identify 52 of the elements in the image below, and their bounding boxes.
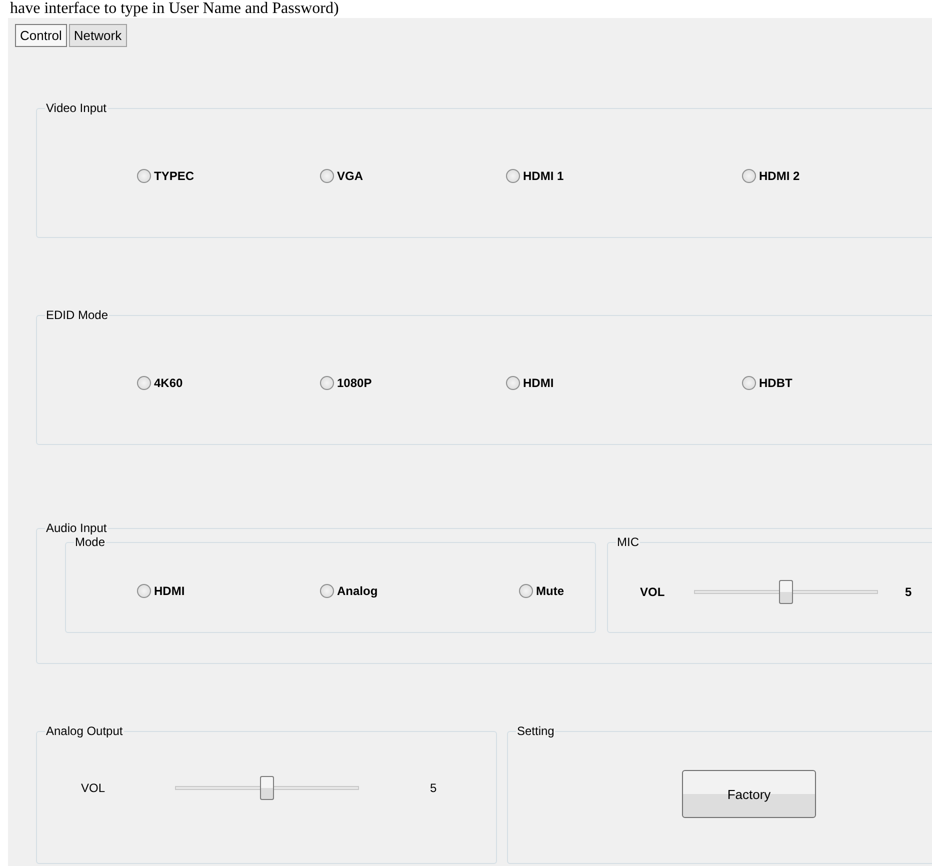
radio-label[interactable]: Analog <box>337 584 378 598</box>
radio-label[interactable]: HDMI <box>523 376 554 390</box>
volume-value: 5 <box>430 781 437 795</box>
radio-label[interactable]: HDMI 1 <box>523 169 564 183</box>
group-title: Mode <box>74 535 106 549</box>
radio-button[interactable]: HDMI 2 <box>742 169 932 183</box>
radio-label[interactable]: Mute <box>536 584 564 598</box>
radio-icon[interactable] <box>742 376 756 390</box>
radio-icon[interactable] <box>320 376 334 390</box>
radio-button[interactable]: 4K60 <box>137 376 320 390</box>
group-title: MIC <box>616 535 640 549</box>
radio-button[interactable]: VGA <box>320 169 506 183</box>
radio-button[interactable]: HDMI 1 <box>506 169 742 183</box>
tab[interactable]: Control <box>15 24 67 47</box>
radio-icon[interactable] <box>137 584 151 598</box>
group-title: EDID Mode <box>45 308 110 322</box>
slider-thumb[interactable] <box>260 776 274 800</box>
radio-button[interactable]: TYPEC <box>137 169 320 183</box>
radio-button[interactable]: Mute <box>519 584 595 598</box>
volume-value: 5 <box>905 585 912 599</box>
factory-button[interactable]: Factory <box>682 770 816 818</box>
slider-thumb[interactable] <box>779 580 793 604</box>
radio-icon[interactable] <box>137 376 151 390</box>
radio-icon[interactable] <box>506 376 520 390</box>
radio-label[interactable]: 4K60 <box>154 376 183 390</box>
radio-label[interactable]: TYPEC <box>154 169 194 183</box>
group-title: Analog Output <box>45 724 124 738</box>
caption-text: have interface to type in User Name and Password) <box>9 0 340 18</box>
radio-button[interactable]: HDMI <box>506 376 742 390</box>
radio-label[interactable]: HDMI <box>154 584 185 598</box>
volume-slider[interactable] <box>175 776 359 800</box>
group-title: Audio Input <box>45 521 108 535</box>
radio-button[interactable]: Analog <box>320 584 519 598</box>
volume-label: VOL <box>81 781 106 795</box>
volume-label: VOL <box>640 585 666 599</box>
radio-icon[interactable] <box>137 169 151 183</box>
radio-icon[interactable] <box>320 169 334 183</box>
radio-icon[interactable] <box>519 584 533 598</box>
tab[interactable]: Network <box>68 24 127 47</box>
radio-button[interactable]: HDBT <box>742 376 932 390</box>
radio-icon[interactable] <box>320 584 334 598</box>
radio-icon[interactable] <box>506 169 520 183</box>
radio-label[interactable]: HDBT <box>759 376 792 390</box>
radio-button[interactable]: 1080P <box>320 376 506 390</box>
group-title: Setting <box>516 724 556 738</box>
radio-icon[interactable] <box>742 169 756 183</box>
group-title: Video Input <box>45 101 108 115</box>
radio-button[interactable]: HDMI <box>137 584 320 598</box>
radio-label[interactable]: 1080P <box>337 376 372 390</box>
volume-slider[interactable] <box>694 580 878 604</box>
radio-label[interactable]: HDMI 2 <box>759 169 800 183</box>
radio-label[interactable]: VGA <box>337 169 364 183</box>
